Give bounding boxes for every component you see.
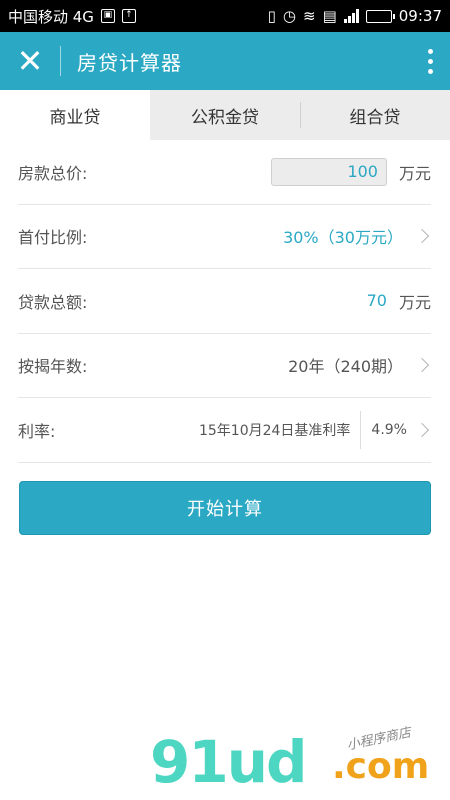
watermark-suffix: .com	[332, 746, 430, 787]
chevron-right-icon	[414, 358, 430, 373]
total-price-label: 房款总价:	[18, 163, 88, 183]
down-payment-label: 首付比例:	[18, 228, 88, 248]
close-icon[interactable]: ✕	[0, 32, 60, 90]
rate-separator	[360, 410, 362, 449]
term-row[interactable]: 按揭年数: 20年（240期）	[18, 334, 431, 398]
chevron-right-icon	[414, 229, 430, 244]
clock: 09:37	[398, 7, 442, 25]
more-vert-icon[interactable]	[410, 32, 450, 90]
term-label: 按揭年数:	[18, 357, 88, 377]
tab-commercial-loan[interactable]: 商业贷	[0, 90, 150, 140]
loan-form: 房款总价: 万元 首付比例: 30%（30万元） 贷款总额: 70 万元 按揭年…	[18, 140, 431, 463]
loan-amount-value: 70	[366, 291, 387, 311]
download-notification-icon: ↑	[121, 9, 136, 23]
start-calculation-button[interactable]: 开始计算	[19, 481, 431, 535]
image-notification-icon: ▣	[100, 9, 115, 23]
rate-row[interactable]: 利率: 15年10月24日基准利率 4.9%	[18, 398, 431, 463]
total-price-input[interactable]	[270, 157, 387, 186]
tab-combined-loan[interactable]: 组合贷	[300, 90, 450, 140]
chevron-right-icon	[414, 422, 430, 437]
alarm-icon: ◷	[282, 7, 296, 25]
rate-right: 15年10月24日基准利率 4.9%	[198, 410, 431, 449]
total-price-row: 房款总价: 万元	[18, 140, 431, 205]
down-payment-row[interactable]: 首付比例: 30%（30万元）	[18, 205, 431, 269]
watermark: 91ud 小程序商店 .com	[150, 725, 440, 796]
loan-amount-unit: 万元	[398, 292, 431, 312]
down-payment-value: 30%（30万元）	[283, 228, 403, 248]
page-title: 房贷计算器	[77, 50, 182, 75]
loan-amount-label: 贷款总额:	[18, 292, 88, 312]
app-bar: ✕ 房贷计算器	[0, 32, 450, 90]
app-bar-divider	[60, 46, 61, 76]
tab-provident-fund-loan[interactable]: 公积金贷	[150, 90, 300, 140]
status-right: ▯ ◷ ≋ ▤ 09:37	[268, 7, 442, 25]
signal-icon	[343, 9, 359, 23]
term-right: 20年（240期）	[288, 353, 431, 377]
rate-label: 利率:	[18, 421, 56, 441]
sim-icon: ▤	[322, 7, 337, 25]
term-value: 20年（240期）	[288, 357, 403, 377]
down-payment-right: 30%（30万元）	[283, 224, 431, 248]
total-price-unit: 万元	[398, 163, 431, 183]
vibrate-icon: ▯	[267, 7, 276, 25]
rate-description: 15年10月24日基准利率	[198, 422, 351, 439]
loan-amount-right: 70 万元	[367, 289, 431, 313]
total-price-right: 万元	[270, 157, 431, 186]
wifi-icon: ≋	[303, 7, 316, 25]
loan-amount-row: 贷款总额: 70 万元	[18, 269, 431, 334]
rate-value: 4.9%	[371, 421, 407, 438]
battery-icon	[365, 9, 395, 23]
watermark-logo: 91ud	[150, 728, 308, 796]
status-bar: 中国移动 4G ▣ ↑ ▯ ◷ ≋ ▤ 09:37	[0, 0, 450, 32]
carrier-label: 中国移动 4G	[8, 7, 94, 26]
status-left: 中国移动 4G ▣ ↑	[8, 6, 136, 27]
loan-type-tabs: 商业贷 公积金贷 组合贷	[0, 90, 450, 140]
